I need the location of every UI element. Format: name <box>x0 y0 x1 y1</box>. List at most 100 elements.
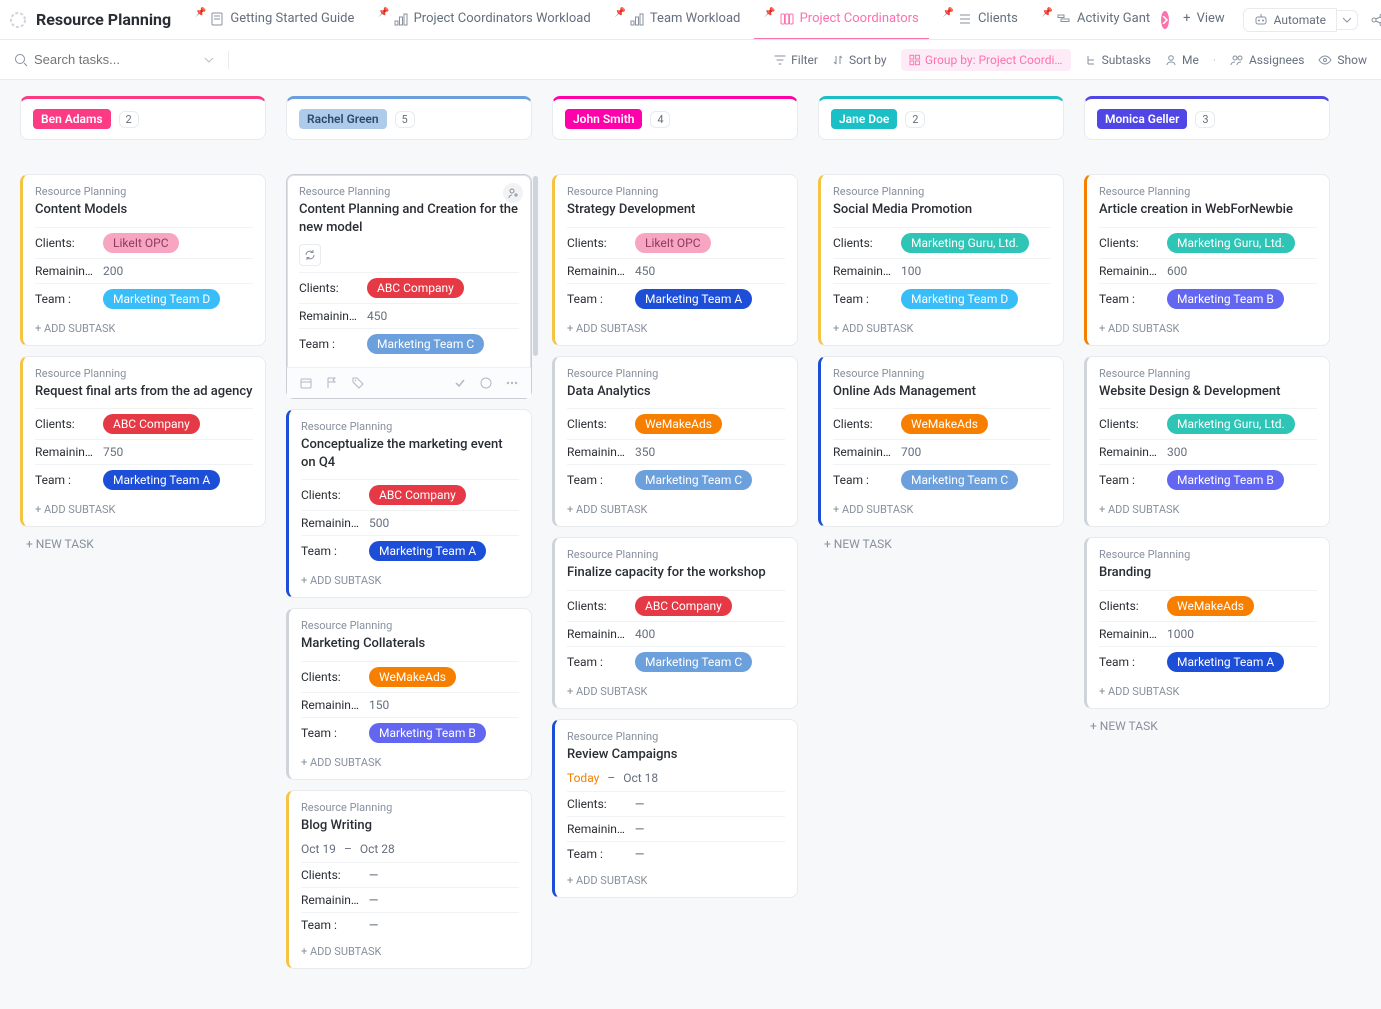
lane-header[interactable]: Ben Adams2 <box>20 96 266 140</box>
lane-header[interactable]: Monica Geller3 <box>1084 96 1330 140</box>
subtasks-button[interactable]: Subtasks <box>1085 53 1151 67</box>
task-card[interactable]: Resource PlanningReview CampaignsToday–O… <box>552 719 798 899</box>
client-chip[interactable]: ABC Company <box>635 596 732 616</box>
tabs-scroll-next-icon[interactable] <box>1161 11 1169 29</box>
add-subtask-button[interactable]: + ADD SUBTASK <box>833 495 1051 516</box>
task-card[interactable]: Resource PlanningArticle creation in Web… <box>1084 174 1330 346</box>
add-subtask-button[interactable]: + ADD SUBTASK <box>567 495 785 516</box>
task-card[interactable]: Resource PlanningSocial Media PromotionC… <box>818 174 1064 346</box>
team-chip[interactable]: Marketing Team C <box>367 334 484 354</box>
field-label-team: Team : <box>1099 473 1159 487</box>
tab-team-workload[interactable]: 📌Team Workload <box>605 0 751 40</box>
add-subtask-button[interactable]: + ADD SUBTASK <box>567 677 785 698</box>
pin-icon: 📌 <box>378 8 389 18</box>
team-chip[interactable]: Marketing Team C <box>635 652 752 672</box>
add-subtask-button[interactable]: + ADD SUBTASK <box>35 495 253 516</box>
tab-project-coordinators-workload[interactable]: 📌Project Coordinators Workload <box>368 0 600 40</box>
field-label-clients: Clients: <box>301 488 361 502</box>
assignees-button[interactable]: Assignees <box>1230 53 1304 67</box>
tab-clients[interactable]: 📌Clients <box>933 0 1028 40</box>
team-chip[interactable]: Marketing Team C <box>635 470 752 490</box>
pin-icon: 📌 <box>764 8 775 18</box>
add-subtask-button[interactable]: + ADD SUBTASK <box>301 566 519 587</box>
card-title: Request final arts from the ad agency <box>35 383 253 401</box>
tab-project-coordinators[interactable]: 📌Project Coordinators <box>754 0 928 40</box>
task-card[interactable]: Resource PlanningStrategy DevelopmentCli… <box>552 174 798 346</box>
task-card[interactable]: Resource PlanningOnline Ads ManagementCl… <box>818 356 1064 528</box>
client-chip[interactable]: ABC Company <box>103 414 200 434</box>
add-subtask-button[interactable]: + ADD SUBTASK <box>567 866 785 887</box>
task-card[interactable]: Resource PlanningBrandingClients:WeMakeA… <box>1084 537 1330 709</box>
sort-button[interactable]: Sort by <box>832 53 887 67</box>
lane-header[interactable]: Jane Doe2 <box>818 96 1064 140</box>
group-by-button[interactable]: Group by: Project Coordin... <box>901 49 1071 71</box>
tab-activity-gant[interactable]: 📌Activity Gant <box>1032 0 1160 40</box>
add-view-button[interactable]: + View <box>1173 0 1235 40</box>
lane-scrollbar[interactable] <box>533 176 538 356</box>
show-button[interactable]: Show <box>1318 53 1367 67</box>
team-chip[interactable]: Marketing Team B <box>1167 470 1284 490</box>
new-task-button[interactable]: + NEW TASK <box>20 527 266 561</box>
client-chip[interactable]: LikeIt OPC <box>103 233 179 253</box>
filter-button[interactable]: Filter <box>774 53 818 67</box>
task-card[interactable]: Resource PlanningWebsite Design & Develo… <box>1084 356 1330 528</box>
add-subtask-button[interactable]: + ADD SUBTASK <box>567 314 785 335</box>
team-chip[interactable]: Marketing Team A <box>369 541 486 561</box>
share-icon[interactable] <box>1370 12 1381 28</box>
automate-button[interactable]: Automate <box>1243 8 1337 32</box>
client-chip[interactable]: WeMakeAds <box>1167 596 1254 616</box>
flag-icon[interactable] <box>325 376 339 390</box>
check-icon[interactable] <box>453 376 467 390</box>
client-chip[interactable]: Marketing Guru, Ltd. <box>1167 233 1295 253</box>
add-subtask-button[interactable]: + ADD SUBTASK <box>301 748 519 769</box>
lane-jane: Jane Doe2 Resource PlanningSocial Media P… <box>818 96 1064 969</box>
add-subtask-button[interactable]: + ADD SUBTASK <box>1099 495 1317 516</box>
circle-icon[interactable] <box>479 376 493 390</box>
task-card[interactable]: Resource PlanningBlog WritingOct 19–Oct … <box>286 790 532 970</box>
new-task-button[interactable]: + NEW TASK <box>818 527 1064 561</box>
lane-header[interactable]: Rachel Green5 <box>286 96 532 140</box>
card-title: Marketing Collaterals <box>301 635 519 653</box>
team-chip[interactable]: Marketing Team B <box>1167 289 1284 309</box>
chevron-down-icon[interactable] <box>204 55 214 65</box>
assignee-add-icon[interactable] <box>503 183 523 203</box>
client-chip[interactable]: ABC Company <box>367 278 464 298</box>
task-card[interactable]: Resource PlanningFinalize capacity for t… <box>552 537 798 709</box>
task-card[interactable]: Resource PlanningConceptualize the marke… <box>286 409 532 598</box>
team-chip[interactable]: Marketing Team A <box>103 470 220 490</box>
team-chip[interactable]: Marketing Team D <box>901 289 1018 309</box>
task-card[interactable]: Resource PlanningContent Planning and Cr… <box>286 174 532 399</box>
tab-getting-started-guide[interactable]: 📌Getting Started Guide <box>185 0 364 40</box>
add-subtask-button[interactable]: + ADD SUBTASK <box>1099 314 1317 335</box>
date-icon[interactable] <box>299 376 313 390</box>
team-chip[interactable]: Marketing Team C <box>901 470 1018 490</box>
task-card[interactable]: Resource PlanningMarketing CollateralsCl… <box>286 608 532 780</box>
add-subtask-button[interactable]: + ADD SUBTASK <box>833 314 1051 335</box>
automate-dropdown-button[interactable] <box>1337 10 1358 30</box>
team-chip[interactable]: Marketing Team A <box>1167 652 1284 672</box>
client-chip[interactable]: WeMakeAds <box>901 414 988 434</box>
task-card[interactable]: Resource PlanningData AnalyticsClients:W… <box>552 356 798 528</box>
client-chip[interactable]: WeMakeAds <box>635 414 722 434</box>
card-project-label: Resource Planning <box>567 185 785 198</box>
recurring-icon[interactable] <box>299 244 321 266</box>
add-subtask-button[interactable]: + ADD SUBTASK <box>35 314 253 335</box>
task-card[interactable]: Resource PlanningContent ModelsClients:L… <box>20 174 266 346</box>
new-task-button[interactable]: + NEW TASK <box>1084 709 1330 743</box>
client-chip[interactable]: LikeIt OPC <box>635 233 711 253</box>
lane-header[interactable]: John Smith4 <box>552 96 798 140</box>
tag-icon[interactable] <box>351 376 365 390</box>
team-chip[interactable]: Marketing Team B <box>369 723 486 743</box>
add-subtask-button[interactable]: + ADD SUBTASK <box>301 937 519 958</box>
more-icon[interactable] <box>505 376 519 390</box>
team-chip[interactable]: Marketing Team D <box>103 289 220 309</box>
task-card[interactable]: Resource PlanningRequest final arts from… <box>20 356 266 528</box>
client-chip[interactable]: ABC Company <box>369 485 466 505</box>
client-chip[interactable]: WeMakeAds <box>369 667 456 687</box>
client-chip[interactable]: Marketing Guru, Ltd. <box>901 233 1029 253</box>
me-button[interactable]: Me <box>1165 53 1199 67</box>
team-chip[interactable]: Marketing Team A <box>635 289 752 309</box>
search-input[interactable] <box>34 52 174 67</box>
client-chip[interactable]: Marketing Guru, Ltd. <box>1167 414 1295 434</box>
add-subtask-button[interactable]: + ADD SUBTASK <box>1099 677 1317 698</box>
